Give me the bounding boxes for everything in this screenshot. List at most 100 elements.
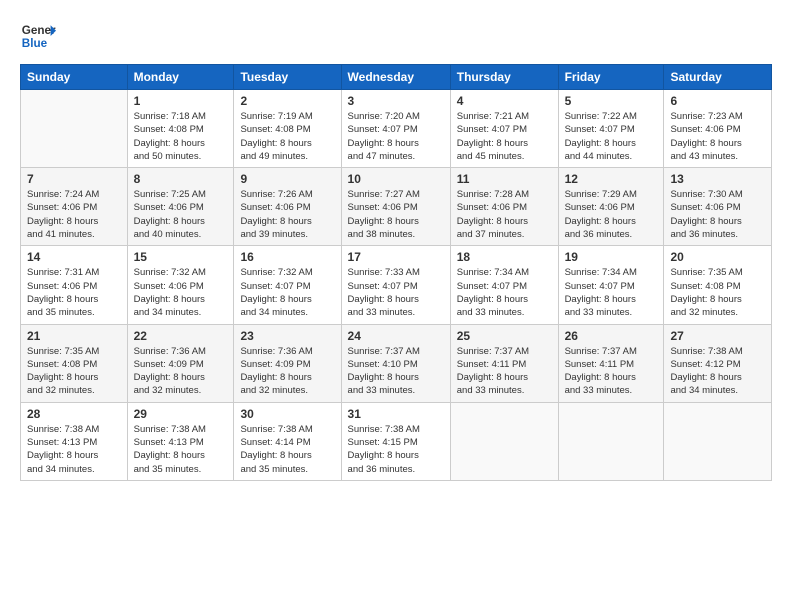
calendar-cell: 21 Sunrise: 7:35 AM Sunset: 4:08 PM Dayli… bbox=[21, 324, 128, 402]
calendar-cell: 20 Sunrise: 7:35 AM Sunset: 4:08 PM Dayli… bbox=[664, 246, 772, 324]
calendar-week-row: 14Sunrise: 7:31 AM Sunset: 4:06 PM Dayli… bbox=[21, 246, 772, 324]
calendar-cell: 30 Sunrise: 7:38 AM Sunset: 4:14 PM Dayli… bbox=[234, 402, 341, 480]
calendar-cell: 27 Sunrise: 7:38 AM Sunset: 4:12 PM Dayli… bbox=[664, 324, 772, 402]
day-info: Sunrise: 7:20 AM Sunset: 4:07 PM Dayligh… bbox=[348, 110, 444, 163]
column-header-friday: Friday bbox=[558, 65, 664, 90]
calendar-cell: 25 Sunrise: 7:37 AM Sunset: 4:11 PM Dayli… bbox=[450, 324, 558, 402]
day-info: Sunrise: 7:36 AM Sunset: 4:09 PM Dayligh… bbox=[240, 345, 334, 398]
day-info: Sunrise: 7:32 AM Sunset: 4:06 PM Dayligh… bbox=[134, 266, 228, 319]
calendar-week-row: 7Sunrise: 7:24 AM Sunset: 4:06 PM Daylig… bbox=[21, 168, 772, 246]
day-number: 26 bbox=[565, 329, 658, 343]
day-info: Sunrise: 7:30 AM Sunset: 4:06 PM Dayligh… bbox=[670, 188, 765, 241]
calendar-cell: 5Sunrise: 7:22 AM Sunset: 4:07 PM Daylig… bbox=[558, 90, 664, 168]
day-info: Sunrise: 7:37 AM Sunset: 4:11 PM Dayligh… bbox=[565, 345, 658, 398]
day-number: 31 bbox=[348, 407, 444, 421]
day-number: 6 bbox=[670, 94, 765, 108]
day-number: 27 bbox=[670, 329, 765, 343]
column-header-monday: Monday bbox=[127, 65, 234, 90]
calendar-cell: 11 Sunrise: 7:28 AM Sunset: 4:06 PM Dayli… bbox=[450, 168, 558, 246]
calendar-cell: 19Sunrise: 7:34 AM Sunset: 4:07 PM Dayli… bbox=[558, 246, 664, 324]
calendar-header-row: SundayMondayTuesdayWednesdayThursdayFrid… bbox=[21, 65, 772, 90]
day-number: 1 bbox=[134, 94, 228, 108]
calendar-week-row: 28 Sunrise: 7:38 AM Sunset: 4:13 PM Dayli… bbox=[21, 402, 772, 480]
calendar-table: SundayMondayTuesdayWednesdayThursdayFrid… bbox=[20, 64, 772, 481]
calendar-cell: 8 Sunrise: 7:25 AM Sunset: 4:06 PM Daylig… bbox=[127, 168, 234, 246]
day-number: 17 bbox=[348, 250, 444, 264]
day-info: Sunrise: 7:37 AM Sunset: 4:11 PM Dayligh… bbox=[457, 345, 552, 398]
day-number: 7 bbox=[27, 172, 121, 186]
column-header-saturday: Saturday bbox=[664, 65, 772, 90]
day-number: 4 bbox=[457, 94, 552, 108]
day-info: Sunrise: 7:18 AM Sunset: 4:08 PM Dayligh… bbox=[134, 110, 228, 163]
calendar-cell: 1 Sunrise: 7:18 AM Sunset: 4:08 PM Daylig… bbox=[127, 90, 234, 168]
day-number: 10 bbox=[348, 172, 444, 186]
column-header-wednesday: Wednesday bbox=[341, 65, 450, 90]
day-number: 8 bbox=[134, 172, 228, 186]
calendar-cell bbox=[450, 402, 558, 480]
day-number: 15 bbox=[134, 250, 228, 264]
header: General Blue bbox=[20, 18, 772, 54]
day-number: 5 bbox=[565, 94, 658, 108]
column-header-sunday: Sunday bbox=[21, 65, 128, 90]
day-number: 22 bbox=[134, 329, 228, 343]
calendar-cell: 14Sunrise: 7:31 AM Sunset: 4:06 PM Dayli… bbox=[21, 246, 128, 324]
calendar-cell bbox=[664, 402, 772, 480]
calendar-cell bbox=[558, 402, 664, 480]
day-info: Sunrise: 7:27 AM Sunset: 4:06 PM Dayligh… bbox=[348, 188, 444, 241]
day-info: Sunrise: 7:38 AM Sunset: 4:13 PM Dayligh… bbox=[134, 423, 228, 476]
calendar-cell: 2 Sunrise: 7:19 AM Sunset: 4:08 PM Daylig… bbox=[234, 90, 341, 168]
calendar-cell: 15 Sunrise: 7:32 AM Sunset: 4:06 PM Dayli… bbox=[127, 246, 234, 324]
calendar-cell: 22Sunrise: 7:36 AM Sunset: 4:09 PM Dayli… bbox=[127, 324, 234, 402]
calendar-cell: 29Sunrise: 7:38 AM Sunset: 4:13 PM Dayli… bbox=[127, 402, 234, 480]
day-info: Sunrise: 7:38 AM Sunset: 4:14 PM Dayligh… bbox=[240, 423, 334, 476]
day-info: Sunrise: 7:19 AM Sunset: 4:08 PM Dayligh… bbox=[240, 110, 334, 163]
svg-text:Blue: Blue bbox=[22, 37, 48, 50]
day-number: 18 bbox=[457, 250, 552, 264]
day-info: Sunrise: 7:38 AM Sunset: 4:13 PM Dayligh… bbox=[27, 423, 121, 476]
day-number: 23 bbox=[240, 329, 334, 343]
day-number: 2 bbox=[240, 94, 334, 108]
column-header-thursday: Thursday bbox=[450, 65, 558, 90]
day-number: 12 bbox=[565, 172, 658, 186]
day-info: Sunrise: 7:38 AM Sunset: 4:12 PM Dayligh… bbox=[670, 345, 765, 398]
day-info: Sunrise: 7:23 AM Sunset: 4:06 PM Dayligh… bbox=[670, 110, 765, 163]
day-number: 30 bbox=[240, 407, 334, 421]
day-number: 11 bbox=[457, 172, 552, 186]
calendar-cell: 18 Sunrise: 7:34 AM Sunset: 4:07 PM Dayli… bbox=[450, 246, 558, 324]
calendar-cell: 13 Sunrise: 7:30 AM Sunset: 4:06 PM Dayli… bbox=[664, 168, 772, 246]
day-info: Sunrise: 7:32 AM Sunset: 4:07 PM Dayligh… bbox=[240, 266, 334, 319]
calendar-cell: 9Sunrise: 7:26 AM Sunset: 4:06 PM Daylig… bbox=[234, 168, 341, 246]
day-info: Sunrise: 7:25 AM Sunset: 4:06 PM Dayligh… bbox=[134, 188, 228, 241]
day-info: Sunrise: 7:35 AM Sunset: 4:08 PM Dayligh… bbox=[670, 266, 765, 319]
calendar-week-row: 21 Sunrise: 7:35 AM Sunset: 4:08 PM Dayli… bbox=[21, 324, 772, 402]
logo: General Blue bbox=[20, 18, 56, 54]
day-info: Sunrise: 7:33 AM Sunset: 4:07 PM Dayligh… bbox=[348, 266, 444, 319]
calendar-cell: 6 Sunrise: 7:23 AM Sunset: 4:06 PM Daylig… bbox=[664, 90, 772, 168]
day-number: 16 bbox=[240, 250, 334, 264]
day-number: 3 bbox=[348, 94, 444, 108]
day-info: Sunrise: 7:35 AM Sunset: 4:08 PM Dayligh… bbox=[27, 345, 121, 398]
day-info: Sunrise: 7:28 AM Sunset: 4:06 PM Dayligh… bbox=[457, 188, 552, 241]
day-info: Sunrise: 7:34 AM Sunset: 4:07 PM Dayligh… bbox=[457, 266, 552, 319]
calendar-week-row: 1 Sunrise: 7:18 AM Sunset: 4:08 PM Daylig… bbox=[21, 90, 772, 168]
day-number: 28 bbox=[27, 407, 121, 421]
day-number: 24 bbox=[348, 329, 444, 343]
day-number: 13 bbox=[670, 172, 765, 186]
calendar-cell: 10 Sunrise: 7:27 AM Sunset: 4:06 PM Dayli… bbox=[341, 168, 450, 246]
calendar-cell: 12 Sunrise: 7:29 AM Sunset: 4:06 PM Dayli… bbox=[558, 168, 664, 246]
calendar-cell: 24 Sunrise: 7:37 AM Sunset: 4:10 PM Dayli… bbox=[341, 324, 450, 402]
day-info: Sunrise: 7:21 AM Sunset: 4:07 PM Dayligh… bbox=[457, 110, 552, 163]
day-number: 25 bbox=[457, 329, 552, 343]
day-number: 20 bbox=[670, 250, 765, 264]
calendar-cell: 3 Sunrise: 7:20 AM Sunset: 4:07 PM Daylig… bbox=[341, 90, 450, 168]
day-info: Sunrise: 7:38 AM Sunset: 4:15 PM Dayligh… bbox=[348, 423, 444, 476]
calendar-cell: 4 Sunrise: 7:21 AM Sunset: 4:07 PM Daylig… bbox=[450, 90, 558, 168]
day-info: Sunrise: 7:29 AM Sunset: 4:06 PM Dayligh… bbox=[565, 188, 658, 241]
day-number: 14 bbox=[27, 250, 121, 264]
calendar-cell bbox=[21, 90, 128, 168]
calendar-cell: 26 Sunrise: 7:37 AM Sunset: 4:11 PM Dayli… bbox=[558, 324, 664, 402]
calendar-cell: 31 Sunrise: 7:38 AM Sunset: 4:15 PM Dayli… bbox=[341, 402, 450, 480]
day-number: 21 bbox=[27, 329, 121, 343]
calendar-cell: 7Sunrise: 7:24 AM Sunset: 4:06 PM Daylig… bbox=[21, 168, 128, 246]
day-info: Sunrise: 7:37 AM Sunset: 4:10 PM Dayligh… bbox=[348, 345, 444, 398]
